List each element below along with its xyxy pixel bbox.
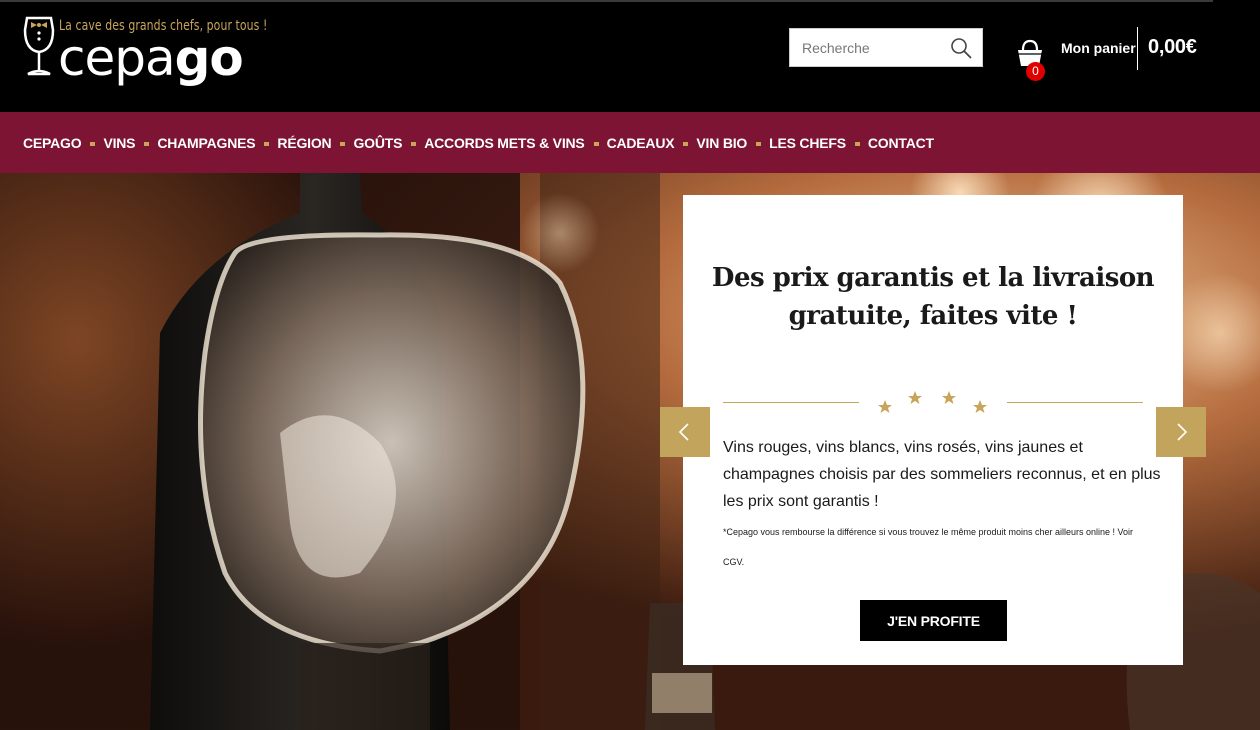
nav-item-gouts[interactable]: GOÛTS bbox=[353, 135, 402, 151]
search-icon[interactable] bbox=[950, 37, 972, 59]
divider-left bbox=[723, 402, 859, 403]
stars-icon bbox=[878, 391, 987, 413]
cart-total[interactable]: 0,00€ bbox=[1148, 36, 1197, 59]
site-logo[interactable]: La cave des grands chefs, pour tous ! ce… bbox=[22, 14, 272, 94]
nav-separator bbox=[593, 141, 599, 146]
nav-separator bbox=[854, 141, 860, 146]
cart-divider bbox=[1137, 27, 1138, 70]
logo-wordmark: cepago bbox=[58, 29, 244, 87]
promo-title: Des prix garantis et la livraison gratui… bbox=[711, 263, 1155, 331]
nav-item-cadeaux[interactable]: CADEAUX bbox=[607, 135, 675, 151]
nav-item-accords[interactable]: ACCORDS METS & VINS bbox=[424, 135, 585, 151]
nav-item-vin-bio[interactable]: VIN BIO bbox=[696, 135, 747, 151]
jen-profite-button[interactable]: J'EN PROFITE bbox=[860, 600, 1007, 641]
search-box bbox=[789, 28, 983, 67]
page: La cave des grands chefs, pour tous ! ce… bbox=[0, 0, 1260, 730]
nav-separator bbox=[411, 141, 417, 146]
chevron-right-icon bbox=[1177, 423, 1188, 441]
chevron-left-icon bbox=[678, 423, 689, 441]
header-top-line bbox=[0, 0, 1213, 2]
nav-separator bbox=[144, 141, 150, 146]
promo-footnote: *Cepago vous rembourse la différence si … bbox=[723, 527, 1134, 567]
promo-body: Vins rouges, vins blancs, vins rosés, vi… bbox=[723, 439, 1161, 510]
nav-item-vins[interactable]: VINS bbox=[103, 135, 135, 151]
main-nav: CEPAGO VINS CHAMPAGNES RÉGION GOÛTS ACCO… bbox=[0, 112, 1260, 173]
nav-item-les-chefs[interactable]: LES CHEFS bbox=[769, 135, 846, 151]
nav-separator bbox=[264, 141, 270, 146]
cart-count-badge: 0 bbox=[1026, 62, 1045, 81]
divider-right bbox=[1007, 402, 1143, 403]
site-header: La cave des grands chefs, pour tous ! ce… bbox=[0, 0, 1260, 112]
nav-item-region[interactable]: RÉGION bbox=[277, 135, 331, 151]
nav-item-contact[interactable]: CONTACT bbox=[868, 135, 934, 151]
nav-item-cepago[interactable]: CEPAGO bbox=[23, 135, 82, 151]
nav-list: CEPAGO VINS CHAMPAGNES RÉGION GOÛTS ACCO… bbox=[23, 112, 934, 173]
nav-separator bbox=[340, 141, 346, 146]
search-input[interactable] bbox=[802, 29, 942, 66]
logo-word-light: cepa bbox=[58, 29, 176, 87]
wine-glass-logo-icon bbox=[23, 16, 55, 76]
slider-prev-button[interactable] bbox=[660, 407, 710, 457]
nav-separator bbox=[756, 141, 762, 146]
cart-label[interactable]: Mon panier bbox=[1061, 40, 1136, 56]
logo-word-bold: go bbox=[174, 29, 244, 87]
promo-card: Des prix garantis et la livraison gratui… bbox=[683, 195, 1183, 665]
nav-separator bbox=[683, 141, 689, 146]
nav-separator bbox=[90, 141, 96, 146]
nav-item-champagnes[interactable]: CHAMPAGNES bbox=[157, 135, 255, 151]
slider-next-button[interactable] bbox=[1156, 407, 1206, 457]
